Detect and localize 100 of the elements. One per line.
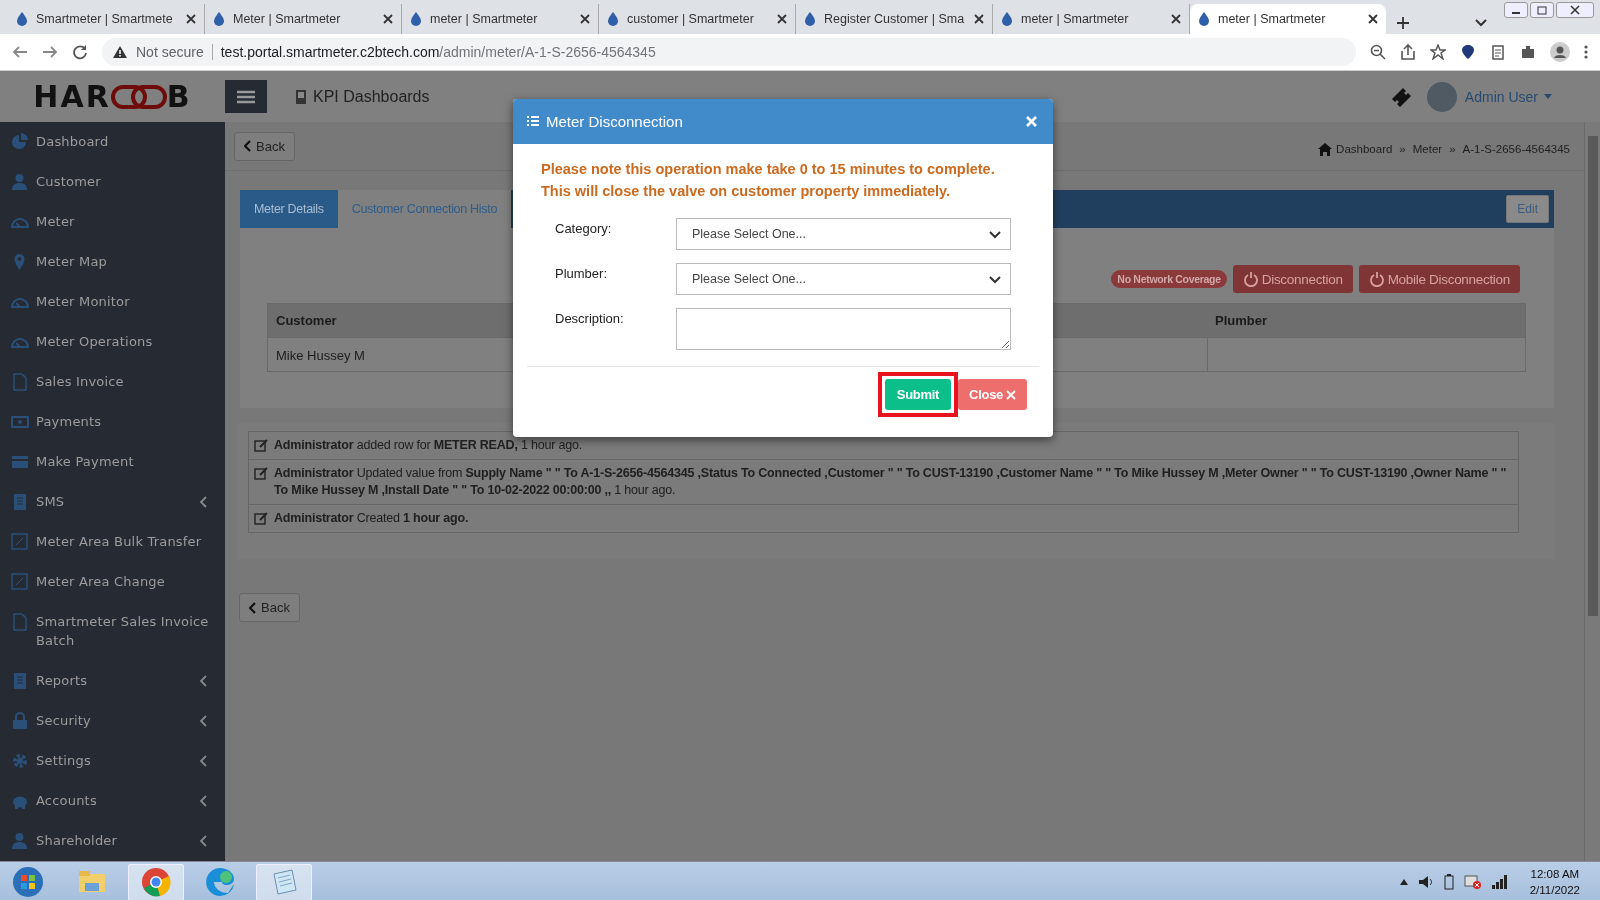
address-bar[interactable]: Not secure test.portal.smartmeter.c2btech.com/admin/meter/A-1-S-2656-4564345 (102, 38, 1356, 66)
water-drop-icon (1198, 11, 1210, 27)
url-text: test.portal.smartmeter.c2btech.com/admin/meter/A-1-S-2656-4564345 (220, 44, 656, 60)
sidebar-item[interactable]: Meter Map (0, 242, 225, 282)
chain-link-icon (110, 82, 167, 111)
profile-icon (1550, 42, 1570, 62)
close-icon (1026, 116, 1037, 127)
caret-up-icon (1399, 879, 1408, 885)
water-drop-icon (213, 11, 225, 27)
breadcrumb-separator: » (1399, 143, 1406, 155)
breadcrumb-link[interactable]: Meter (1412, 143, 1443, 155)
sidebar-item[interactable]: Smartmeter Sales Invoice Batch (0, 602, 225, 661)
column-header: Plumber (1207, 304, 1525, 337)
select-field[interactable]: Please Select One... (676, 263, 1011, 295)
edit-icon (254, 512, 268, 525)
close-button[interactable]: Close (958, 379, 1027, 410)
disconnection-button[interactable]: Mobile Disconnection (1358, 265, 1520, 293)
sidebar-item[interactable]: Security (0, 701, 225, 741)
chevron-left-icon (249, 601, 257, 614)
windows-logo-icon (12, 866, 44, 898)
list-icon (527, 116, 539, 127)
signal-bars-icon (1491, 875, 1508, 889)
clock-time: 12:08 AM (1529, 867, 1580, 882)
sidebar-item[interactable]: Meter Area Change (0, 562, 225, 602)
disconnection-button[interactable]: Disconnection (1232, 265, 1353, 293)
minimize-icon (1504, 2, 1528, 18)
sidebar-item[interactable]: Settings (0, 741, 225, 781)
browser-tab[interactable]: meter | Smartmeter (1190, 4, 1386, 34)
clock-date: 2/11/2022 (1529, 883, 1580, 898)
reload-icon (72, 44, 88, 60)
plus-icon (1396, 16, 1410, 30)
breadcrumb-link[interactable]: Dashboard (1336, 143, 1393, 155)
kpi-dashboards-link[interactable]: KPI Dashboards (313, 87, 430, 106)
warning-icon (112, 45, 128, 59)
battery-icon (1443, 874, 1454, 890)
caret-icon (1544, 94, 1552, 99)
field-label: Category: (555, 220, 613, 236)
sidebar-item[interactable]: Meter Area Bulk Transfer (0, 522, 225, 562)
star-icon (1430, 44, 1446, 60)
home-icon (1318, 142, 1333, 156)
forward-arrow-icon (42, 44, 58, 60)
banknote-icon (11, 413, 29, 431)
sidebar-item[interactable]: Dashboard (0, 122, 225, 162)
sidebar-item[interactable]: Meter Operations (0, 322, 225, 362)
sidebar-item[interactable]: Payments (0, 402, 225, 442)
power-icon (1242, 271, 1259, 287)
close-icon (580, 14, 590, 24)
menu-icon (237, 89, 255, 104)
scrollbar[interactable] (1584, 122, 1600, 861)
sidebar-item[interactable]: Shareholder (0, 821, 225, 861)
logo-text: HAR (33, 79, 111, 114)
sidebar-item[interactable]: Meter Monitor (0, 282, 225, 322)
breadcrumb-separator: » (1449, 143, 1456, 155)
power-icon (1368, 271, 1385, 287)
sidebar-item[interactable]: Sales Invoice (0, 362, 225, 402)
back-button[interactable]: Back (234, 131, 295, 161)
taskbar-app[interactable] (128, 863, 184, 900)
activity-entry: Administrator added row for METER READ, 1 hour ago. (274, 437, 582, 454)
network-error-icon (1463, 874, 1482, 890)
field-label: Description: (555, 310, 625, 326)
menu-button[interactable] (225, 80, 267, 113)
edit-icon (254, 439, 268, 452)
chevron-left-icon (244, 140, 252, 152)
speaker-icon (1417, 874, 1434, 890)
document-icon (11, 613, 29, 631)
back-button[interactable]: Back (239, 593, 300, 622)
sidebar-item[interactable]: Accounts (0, 781, 225, 821)
sidebar-item[interactable]: Make Payment (0, 442, 225, 482)
zoom-icon (1370, 44, 1386, 60)
activity-entry: Administrator Created 1 hour ago. (274, 510, 469, 527)
close-icon (383, 14, 393, 24)
warning-message: Please note this operation make take 0 to 15 minutes to complete. This will close the valve on customer property immediately. (540, 160, 996, 201)
edge-icon (204, 866, 236, 898)
breadcrumb-current: A-1-S-2656-4564345 (1462, 143, 1570, 155)
sidebar-item[interactable]: Meter (0, 202, 225, 242)
status-badge: No Network Coverage (1111, 270, 1227, 288)
credit-card-icon (11, 453, 29, 471)
select-field[interactable]: Please Select One... (676, 218, 1011, 250)
sidebar-item[interactable]: Customer (0, 162, 225, 202)
modal-title: Meter Disconnection (546, 113, 684, 130)
close-icon (777, 14, 787, 24)
description-field[interactable] (676, 308, 1011, 350)
water-drop-icon (16, 11, 28, 27)
clipboard-icon (1490, 44, 1506, 60)
taskbar-app[interactable] (256, 863, 312, 900)
water-drop-icon (607, 11, 619, 27)
chrome-icon (140, 866, 172, 898)
activity-entry: Administrator Updated value from Supply Name " " To A-1-S-2656-4564345 ,Status To Connected ,Customer " " To CUST-13190 ,Customer Name " " To Mike Hussey M ,Meter Owner " " To CUST-13190 ,Owner Name " " To Mike Hussey M ,Install Date " " To 10-02-2022 00:00:00 ,, 1 hour ago. (274, 465, 1508, 499)
close-button[interactable] (1024, 114, 1039, 129)
edit-icon (254, 467, 268, 480)
more-icon (1584, 44, 1588, 60)
sidebar-item[interactable]: Reports (0, 661, 225, 701)
user-icon (11, 173, 29, 191)
close-icon (1556, 2, 1594, 18)
detail-tab[interactable]: Meter Details (240, 190, 338, 228)
logo-text: B (166, 79, 192, 114)
close-icon (1171, 14, 1181, 24)
document-icon (11, 373, 29, 391)
sidebar-item[interactable]: SMS (0, 482, 225, 522)
close-icon (974, 14, 984, 24)
